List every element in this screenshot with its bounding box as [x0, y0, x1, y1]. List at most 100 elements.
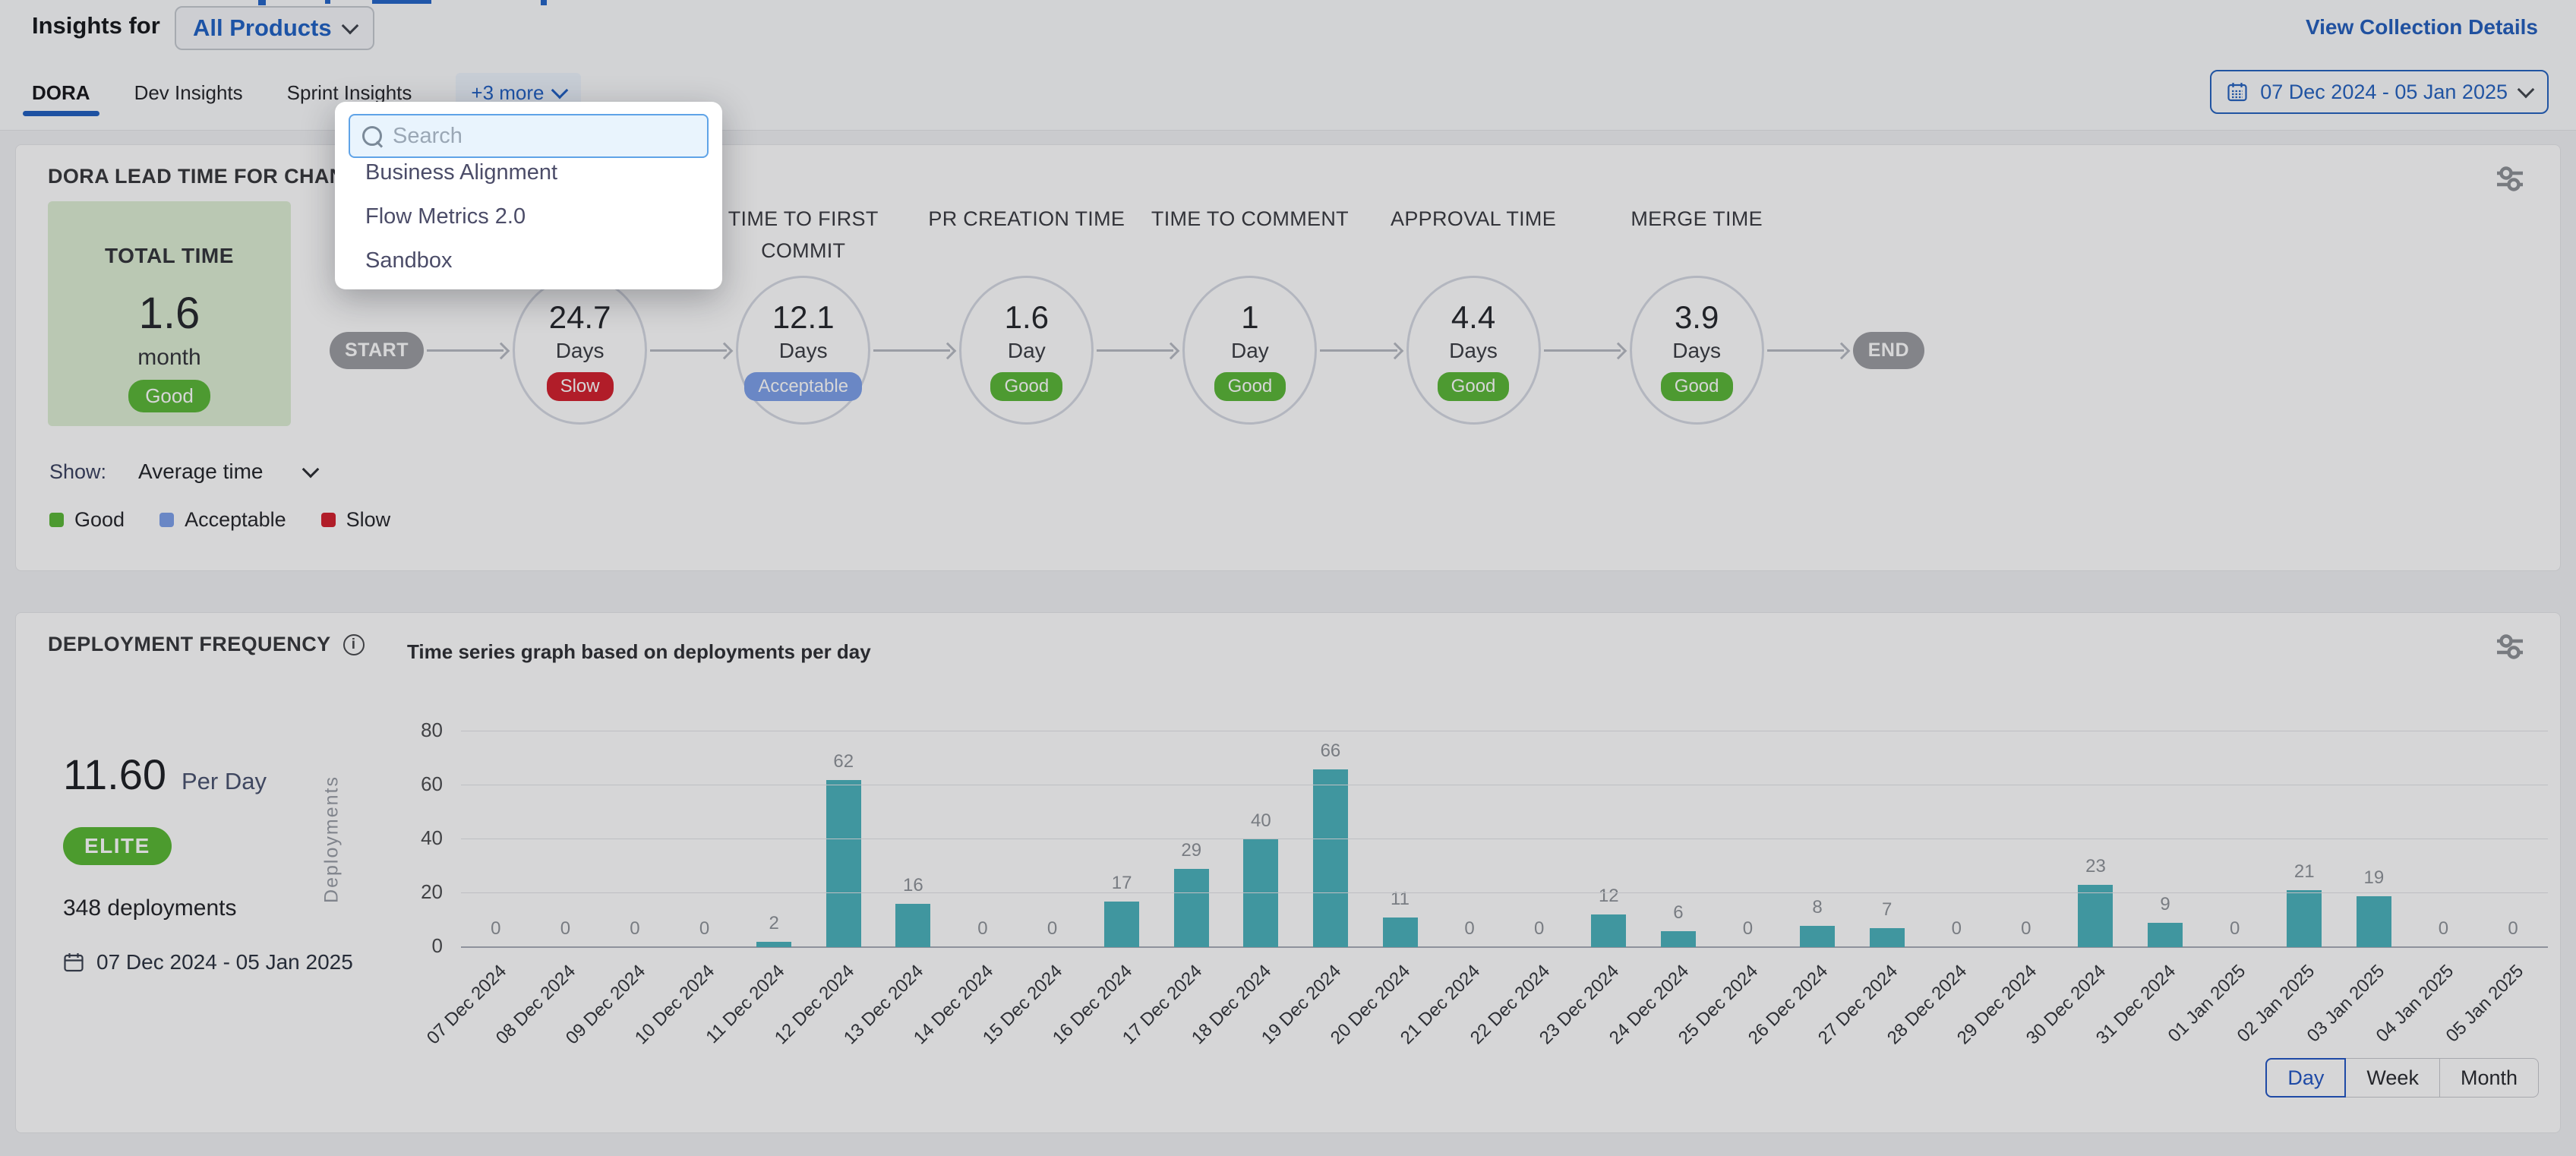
bar-value: 19 — [2363, 867, 2384, 889]
bar-value: 0 — [1047, 918, 1057, 940]
dropdown-items: Business AlignmentFlow Metrics 2.0Sandbo… — [335, 150, 722, 283]
stage-rating-badge: Good — [1661, 372, 1733, 401]
collection-selector[interactable]: All Products — [175, 6, 374, 50]
date-range-button[interactable]: 07 Dec 2024 - 05 Jan 2025 — [2210, 70, 2549, 114]
info-icon[interactable]: i — [343, 634, 365, 655]
chart-slot-03-jan-2025: 1903 Jan 2025 — [2339, 731, 2409, 947]
chart-slot-16-dec-2024: 1716 Dec 2024 — [1087, 731, 1157, 947]
legend-item-acceptable[interactable]: Acceptable — [159, 508, 286, 532]
deployment-rate: 11.60 Per Day — [63, 750, 267, 799]
topbar: Insights for All Products View Collectio… — [0, 0, 2576, 57]
tab-switcher-dropdown: Business AlignmentFlow Metrics 2.0Sandbo… — [335, 102, 722, 289]
bar-12-dec-2024[interactable] — [826, 780, 861, 947]
stage-unit: Day — [1231, 339, 1269, 363]
stage-circle[interactable]: 24.7DaysSlow — [513, 276, 647, 425]
granularity-month[interactable]: Month — [2440, 1058, 2539, 1098]
bar-26-dec-2024[interactable] — [1800, 926, 1835, 947]
bar-value: 62 — [833, 751, 854, 772]
bar-value: 0 — [560, 918, 570, 940]
dropdown-search-input[interactable] — [382, 124, 707, 149]
chart-slot-10-dec-2024: 010 Dec 2024 — [670, 731, 740, 947]
chart-slot-24-dec-2024: 624 Dec 2024 — [1643, 731, 1713, 947]
stage-circle[interactable]: 1DayGood — [1182, 276, 1317, 425]
bar-value: 66 — [1321, 741, 1341, 762]
bar-30-dec-2024[interactable] — [2078, 885, 2113, 947]
stage-circle[interactable]: 1.6DayGood — [959, 276, 1094, 425]
legend-item-slow[interactable]: Slow — [321, 508, 391, 532]
chevron-down-icon — [301, 461, 319, 479]
bar-value: 0 — [1534, 918, 1544, 940]
flow-arrow-icon — [1097, 342, 1179, 358]
show-value: Average time — [138, 460, 263, 484]
stage-rating-badge: Good — [990, 372, 1062, 401]
bar-value: 0 — [2508, 918, 2518, 940]
deployment-date-range: 07 Dec 2024 - 05 Jan 2025 — [63, 950, 353, 974]
chart-slot-19-dec-2024: 6619 Dec 2024 — [1296, 731, 1365, 947]
chart-slot-08-dec-2024: 008 Dec 2024 — [531, 731, 601, 947]
flow-arrow-icon — [1320, 342, 1403, 358]
calendar-icon — [63, 952, 84, 973]
y-axis-label: Deployments — [321, 775, 343, 903]
legend-item-good[interactable]: Good — [49, 508, 125, 532]
menu-item-flow-metrics-2-0[interactable]: Flow Metrics 2.0 — [335, 194, 722, 238]
total-time-rating-badge: Good — [128, 380, 210, 412]
bar-24-dec-2024[interactable] — [1661, 931, 1696, 947]
show-metric-select[interactable]: Show: Average time — [49, 460, 317, 484]
chart-slot-22-dec-2024: 022 Dec 2024 — [1504, 731, 1574, 947]
stage-rating-badge: Good — [1214, 372, 1286, 401]
stage-unit: Days — [779, 339, 828, 363]
menu-item-business-alignment[interactable]: Business Alignment — [335, 150, 722, 194]
widget-options-icon[interactable] — [2495, 163, 2525, 194]
page-title: Insights for — [32, 12, 160, 39]
chart-slot-31-dec-2024: 931 Dec 2024 — [2130, 731, 2200, 947]
stage-circle[interactable]: 12.1DaysAcceptable — [736, 276, 870, 425]
stage-label: APPROVAL TIME — [1359, 203, 1587, 235]
chart-slot-07-dec-2024: 007 Dec 2024 — [461, 731, 531, 947]
stage-approval-time: APPROVAL TIME4.4DaysGood — [1406, 276, 1541, 425]
more-tabs-label: +3 more — [471, 81, 544, 105]
bar-16-dec-2024[interactable] — [1104, 902, 1139, 947]
chart-slot-13-dec-2024: 1613 Dec 2024 — [879, 731, 949, 947]
bar-value: 8 — [1812, 897, 1822, 918]
flow-arrow-icon — [650, 342, 733, 358]
widget-options-icon[interactable] — [2495, 631, 2525, 662]
date-range-label: 07 Dec 2024 - 05 Jan 2025 — [2260, 81, 2508, 104]
bar-03-jan-2025[interactable] — [2357, 896, 2391, 947]
stage-rating-badge: Slow — [547, 372, 614, 401]
y-tick-40: 40 — [370, 826, 443, 850]
bar-18-dec-2024[interactable] — [1243, 839, 1278, 947]
bar-20-dec-2024[interactable] — [1383, 918, 1418, 947]
bar-value: 0 — [699, 918, 709, 940]
menu-item-sandbox[interactable]: Sandbox — [335, 238, 722, 283]
y-tick-0: 0 — [370, 934, 443, 958]
bar-17-dec-2024[interactable] — [1174, 869, 1209, 947]
bar-value: 12 — [1599, 886, 1619, 907]
granularity-day[interactable]: Day — [2265, 1058, 2346, 1098]
chart-slot-17-dec-2024: 2917 Dec 2024 — [1157, 731, 1226, 947]
bar-02-jan-2025[interactable] — [2287, 890, 2322, 947]
bar-11-dec-2024[interactable] — [756, 942, 791, 947]
tab-dora[interactable]: DORA — [32, 56, 90, 129]
granularity-week[interactable]: Week — [2346, 1058, 2440, 1098]
bar-27-dec-2024[interactable] — [1870, 928, 1905, 947]
elite-badge: ELITE — [63, 827, 172, 865]
chart-slot-02-jan-2025: 2102 Jan 2025 — [2269, 731, 2339, 947]
deployment-frequency-card: DEPLOYMENT FREQUENCY i Time series graph… — [15, 612, 2561, 1133]
deployment-card-title: DEPLOYMENT FREQUENCY i — [48, 633, 365, 656]
stage-circle[interactable]: 3.9DaysGood — [1630, 276, 1764, 425]
legend-label: Slow — [346, 508, 391, 532]
stage-time-to-first-commit: TIME TO FIRST COMMIT12.1DaysAcceptable — [736, 276, 870, 425]
bar-23-dec-2024[interactable] — [1591, 914, 1626, 947]
view-collection-details-link[interactable]: View Collection Details — [2306, 15, 2538, 39]
bar-value: 0 — [2021, 918, 2031, 940]
tab-dev-insights[interactable]: Dev Insights — [134, 56, 243, 129]
bar-19-dec-2024[interactable] — [1313, 769, 1348, 947]
bar-13-dec-2024[interactable] — [895, 904, 930, 947]
chart-slot-01-jan-2025: 001 Jan 2025 — [2200, 731, 2270, 947]
deployment-title-text: DEPLOYMENT FREQUENCY — [48, 633, 331, 656]
bar-31-dec-2024[interactable] — [2148, 923, 2183, 947]
stage-circle[interactable]: 4.4DaysGood — [1406, 276, 1541, 425]
chart-slot-05-jan-2025: 005 Jan 2025 — [2478, 731, 2548, 947]
bar-value: 0 — [630, 918, 639, 940]
chart-slot-09-dec-2024: 009 Dec 2024 — [600, 731, 670, 947]
